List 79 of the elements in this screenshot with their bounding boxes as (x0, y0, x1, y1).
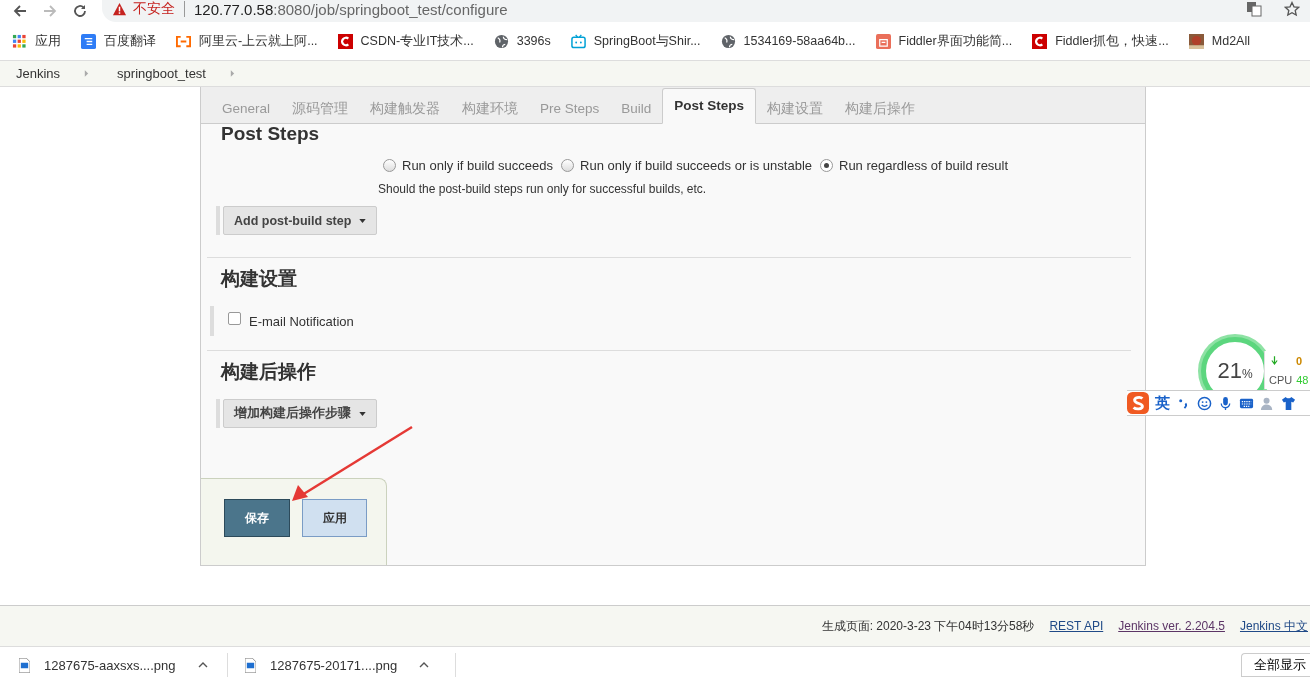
bookmark[interactable]: 阿里云-上云就上阿... (176, 32, 318, 50)
security-label: 不安全 (133, 0, 175, 18)
section-heading: 构建设置 (219, 267, 298, 291)
shirt-icon[interactable] (1281, 395, 1296, 411)
add-post-build-button[interactable]: 增加构建后操作步骤 (223, 399, 377, 428)
breadcrumb-link[interactable]: springboot_test (117, 66, 206, 81)
back-icon[interactable] (12, 3, 28, 19)
section-heading: Post Steps (220, 124, 321, 144)
bookmark-label: Fiddler抓包，快速... (1055, 32, 1169, 50)
apps-grid-icon (12, 33, 27, 49)
download-arrow-icon (1271, 356, 1278, 365)
s-logo-icon[interactable] (1127, 392, 1149, 414)
bookmark[interactable]: CSDN-专业IT技术... (337, 32, 474, 50)
bookmark-label: 阿里云-上云就上阿... (199, 32, 318, 50)
bookmark-label: 应用 (35, 32, 61, 50)
bookmark-label: 百度翻译 (104, 32, 156, 50)
footer-link[interactable]: Jenkins ver. 2.204.5 (1118, 619, 1225, 633)
bookmark[interactable]: Fiddler界面功能简... (875, 32, 1013, 50)
generated-text: 生成页面: 2020-3-23 下午04时13分58秒 (821, 617, 1035, 635)
radio-button[interactable] (820, 159, 833, 172)
c-logo-icon (337, 33, 353, 49)
caret-icon (359, 411, 366, 416)
bookmark-label: CSDN-专业IT技术... (360, 32, 474, 50)
checkbox-label: E-mail Notification (249, 313, 354, 329)
save-button[interactable]: 保存 (224, 499, 290, 537)
bookmark-label: Md2All (1211, 34, 1250, 48)
radio-label: Run regardless of build result (839, 158, 1009, 173)
ime-mode[interactable]: 英 (1155, 393, 1170, 413)
bookmark[interactable]: SpringBoot与Shir... (570, 32, 701, 50)
net-speed: 0 (1296, 354, 1303, 367)
help-text: Should the post-build steps run only for successful builds, etc. (378, 182, 708, 196)
smiley-icon[interactable] (1197, 395, 1212, 411)
radio-label: Run only if build succeeds (402, 158, 554, 173)
download-filename: 1287675-aaxsxs....png (44, 657, 176, 673)
image-file-icon (19, 657, 30, 673)
config-tab[interactable]: Post Steps (662, 88, 757, 124)
cpu-value: 48 (1296, 373, 1309, 386)
download-item[interactable]: 1287675-aaxsxs....png (0, 653, 228, 677)
add-step-button[interactable]: Add post-build step (223, 206, 378, 235)
show-all-button[interactable]: 全部显示 (1241, 653, 1310, 677)
footer-link[interactable]: Jenkins 中文 (1239, 617, 1308, 635)
caret-icon (359, 218, 367, 223)
chevron-up-icon[interactable] (197, 662, 208, 668)
radio-button[interactable] (561, 159, 575, 172)
image-file-icon (245, 657, 256, 673)
tv-icon (570, 33, 586, 49)
usage-percent: 21% (1217, 358, 1253, 384)
globe-icon (720, 33, 736, 49)
checkbox[interactable] (228, 311, 241, 325)
bookmark[interactable]: Fiddler抓包，快速... (1032, 32, 1169, 50)
bookmark-label: 1534169-58aa64b... (743, 34, 856, 48)
microphone-icon[interactable] (1218, 395, 1233, 411)
reload-icon[interactable] (72, 3, 88, 19)
globe-icon (493, 33, 509, 49)
download-item[interactable]: 1287675-20171....png (228, 653, 456, 677)
chevron-up-icon[interactable] (419, 662, 430, 668)
c-logo-icon (1032, 33, 1048, 49)
radio-button[interactable] (383, 159, 396, 172)
bookmark[interactable]: 应用 (12, 32, 61, 50)
bookmark-label: SpringBoot与Shir... (593, 32, 701, 50)
radio-label: Run only if build succeeds or is unstable (580, 158, 812, 173)
download-filename: 1287675-20171....png (270, 657, 398, 673)
apply-button[interactable]: 应用 (302, 499, 367, 537)
bookmark[interactable]: 百度翻译 (81, 32, 156, 50)
bracket-icon (176, 33, 191, 49)
bookmark-label: 3396s (516, 34, 551, 48)
address-bar[interactable]: 不安全 120.77.0.58:8080/job/springboot_test/configure (102, 0, 1310, 22)
footer-link[interactable]: REST API (1049, 619, 1104, 633)
warning-icon (112, 1, 127, 17)
bookmark[interactable]: 3396s (493, 33, 551, 49)
breadcrumb-link[interactable]: Jenkins (16, 66, 61, 81)
star-icon[interactable] (1284, 1, 1300, 17)
section-heading: 构建后操作 (219, 360, 317, 384)
square-logo-icon (875, 33, 891, 49)
bookmark[interactable]: 1534169-58aa64b... (720, 33, 856, 49)
bookmark[interactable]: Md2All (1188, 33, 1250, 49)
cpu-label: CPU (1269, 373, 1293, 386)
url-text: 120.77.0.58:8080/job/springboot_test/configure (194, 0, 508, 18)
bookmark-label: Fiddler界面功能简... (898, 32, 1013, 50)
